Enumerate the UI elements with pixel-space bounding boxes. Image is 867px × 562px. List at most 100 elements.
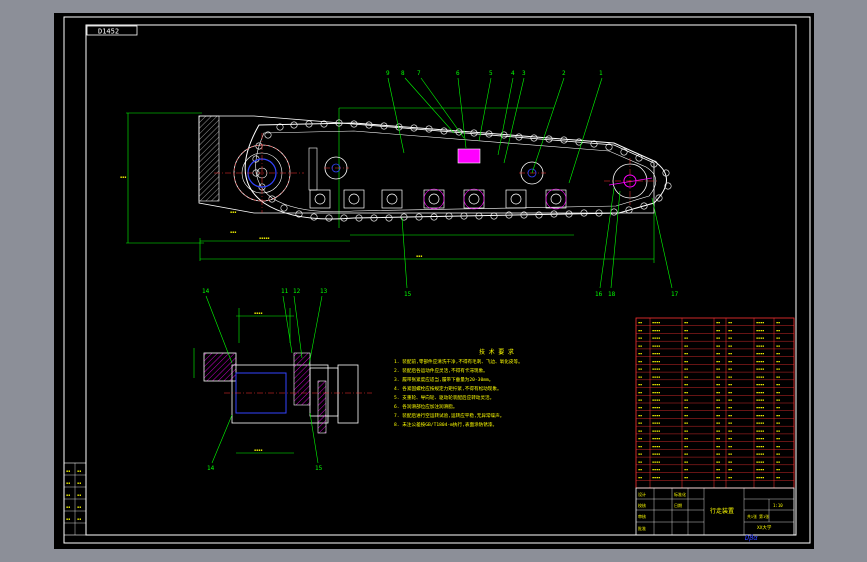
parts-cell-mark: ▪▪: [684, 429, 688, 433]
parts-cell-mark: ▪▪: [638, 406, 642, 410]
parts-cell-mark: ▪▪: [776, 421, 780, 425]
parts-cell-mark: ▪▪: [728, 375, 732, 379]
balloon: 3: [522, 70, 526, 77]
roller-section-view[interactable]: ▪▪▪▪ ▪▪▪▪ 14 11 12 13 14 15: [193, 288, 372, 472]
parts-cell-mark: ▪▪: [716, 444, 720, 448]
track-assembly-main-view[interactable]: ▪▪▪ ▪▪▪ ▪▪▪▪▪ ▪▪▪ ▪▪▪ 9 8 7 6 5 4 3 2 1 …: [120, 70, 679, 298]
balloon: 18: [608, 291, 616, 298]
balloon: 9: [386, 70, 390, 77]
parts-list-table[interactable]: ▪▪ ▪▪▪▪ ▪▪ ▪▪ ▪▪ ▪▪▪▪ ▪▪▪▪ ▪▪▪▪ ▪▪ ▪▪ ▪▪ ▪▪▪▪ ▪▪▪▪ ▪▪…: [635, 317, 795, 489]
parts-cell-mark: ▪▪: [638, 452, 642, 456]
parts-cell-mark: ▪▪: [716, 328, 720, 332]
parts-cell-mark: ▪▪▪▪: [756, 475, 764, 479]
parts-cell-mark: ▪▪: [638, 413, 642, 417]
parts-cell-mark: ▪▪: [684, 460, 688, 464]
balloon: 6: [456, 70, 460, 77]
parts-cell-mark: ▪▪▪▪: [756, 344, 764, 348]
parts-cell-mark: ▪▪: [684, 383, 688, 387]
balloon: 2: [562, 70, 566, 77]
parts-cell-mark: ▪▪: [728, 336, 732, 340]
tech-title: 技 术 要 求: [479, 348, 514, 356]
parts-cell-mark: ▪▪▪▪: [756, 321, 764, 325]
parts-cell-mark: ▪▪: [638, 367, 642, 371]
parts-cell-mark: ▪▪: [728, 321, 732, 325]
parts-cell-mark: ▪▪: [638, 359, 642, 363]
parts-cell-mark: ▪▪: [716, 475, 720, 479]
dim-label: ▪▪▪▪: [254, 311, 262, 315]
parts-cell-mark: ▪▪▪▪: [756, 390, 764, 394]
parts-cell-mark: ▪▪: [638, 328, 642, 332]
parts-cell-mark: ▪▪: [638, 352, 642, 356]
parts-cell-mark: ▪▪: [716, 383, 720, 387]
parts-cell-mark: ▪▪: [684, 421, 688, 425]
cad-model-viewport[interactable]: D1452 ▪▪▪ ▪▪▪ ▪▪▪▪▪ ▪▪▪ ▪▪▪ 9 8 7 6 5 4 …: [54, 13, 814, 549]
parts-cell-mark: ▪▪: [728, 367, 732, 371]
balloon: 17: [671, 291, 679, 298]
parts-cell-mark: ▪▪: [716, 452, 720, 456]
parts-cell-mark: ▪▪: [776, 460, 780, 464]
frame-hatched-plate: [198, 115, 220, 202]
parts-cell-mark: ▪▪▪▪: [652, 421, 660, 425]
parts-cell-mark: ▪▪▪▪: [756, 383, 764, 387]
signoff-label: 标准化: [674, 491, 686, 497]
parts-cell-mark: ▪▪: [638, 398, 642, 402]
track-chain: [244, 122, 667, 220]
assembly-drawing[interactable]: D1452 ▪▪▪ ▪▪▪ ▪▪▪▪▪ ▪▪▪ ▪▪▪ 9 8 7 6 5 4 …: [54, 13, 814, 549]
parts-cell-mark: ▪▪: [684, 336, 688, 340]
parts-cell-mark: ▪▪: [776, 328, 780, 332]
title-block[interactable]: 行走装置 XX大学 1:10 共1张 第1张 设计 校核 审核 批准 标准化 日…: [635, 487, 795, 542]
parts-cell-mark: ▪▪▪▪: [756, 367, 764, 371]
parts-cell-mark: ▪▪▪▪: [756, 421, 764, 425]
dim-label: ▪▪▪: [230, 210, 236, 214]
flange: [317, 380, 327, 434]
parts-cell-mark: ▪▪: [638, 429, 642, 433]
school-name: XX大学: [757, 524, 772, 531]
parts-cell-mark: ▪▪: [776, 452, 780, 456]
parts-cell-mark: ▪▪: [684, 390, 688, 394]
parts-cell-mark: ▪▪: [684, 352, 688, 356]
parts-cell-mark: ▪▪: [716, 437, 720, 441]
balloon: 1: [599, 70, 603, 77]
parts-cell-mark: ▪▪▪▪: [652, 359, 660, 363]
parts-cell-mark: ▪▪: [728, 437, 732, 441]
roller-hub: [231, 364, 329, 424]
balloon: 14: [207, 465, 215, 472]
parts-cell-mark: ▪▪: [684, 452, 688, 456]
parts-cell-mark: ▪▪▪▪: [756, 429, 764, 433]
parts-cell-mark: ▪▪: [638, 468, 642, 472]
svg-text:▪▪: ▪▪: [66, 505, 70, 509]
parts-cell-mark: ▪▪: [638, 383, 642, 387]
parts-cell-mark: ▪▪▪▪: [652, 352, 660, 356]
parts-cell-mark: ▪▪: [728, 468, 732, 472]
parts-cell-mark: ▪▪: [684, 321, 688, 325]
outer-plate: [337, 364, 359, 424]
parts-cell-mark: ▪▪▪▪: [756, 375, 764, 379]
parts-cell-mark: ▪▪: [776, 352, 780, 356]
signoff-label: 日期: [674, 502, 682, 508]
svg-text:▪▪: ▪▪: [77, 517, 81, 521]
parts-cell-mark: ▪▪: [716, 321, 720, 325]
parts-cell-mark: ▪▪: [776, 475, 780, 479]
parts-cell-mark: ▪▪: [728, 475, 732, 479]
parts-cell-mark: ▪▪▪▪: [652, 452, 660, 456]
dim-label: ▪▪▪▪▪: [259, 236, 270, 240]
parts-cell-mark: ▪▪: [728, 452, 732, 456]
parts-cell-mark: ▪▪: [728, 383, 732, 387]
parts-cell-mark: ▪▪▪▪: [652, 460, 660, 464]
parts-cell-mark: ▪▪▪▪: [652, 390, 660, 394]
parts-cell-mark: ▪▪: [728, 398, 732, 402]
svg-text:▪▪: ▪▪: [66, 517, 70, 521]
tech-line: 7. 装配后进行空运转试验,运转应平稳,无异常噪声。: [394, 412, 504, 419]
parts-cell-mark: ▪▪: [684, 359, 688, 363]
parts-cell-mark: ▪▪▪▪: [756, 336, 764, 340]
parts-cell-mark: ▪▪▪▪: [756, 444, 764, 448]
parts-cell-mark: ▪▪: [776, 468, 780, 472]
tech-line: 3. 履带张紧度应适当,履带下垂量为20-30mm。: [394, 376, 493, 383]
signoff-label: 批准: [638, 525, 646, 531]
parts-cell-mark: ▪▪: [776, 359, 780, 363]
parts-cell-mark: ▪▪▪▪: [756, 406, 764, 410]
svg-text:▪▪: ▪▪: [77, 493, 81, 497]
parts-cell-mark: ▪▪: [638, 336, 642, 340]
parts-cell-mark: ▪▪: [776, 406, 780, 410]
parts-cell-mark: ▪▪: [684, 328, 688, 332]
